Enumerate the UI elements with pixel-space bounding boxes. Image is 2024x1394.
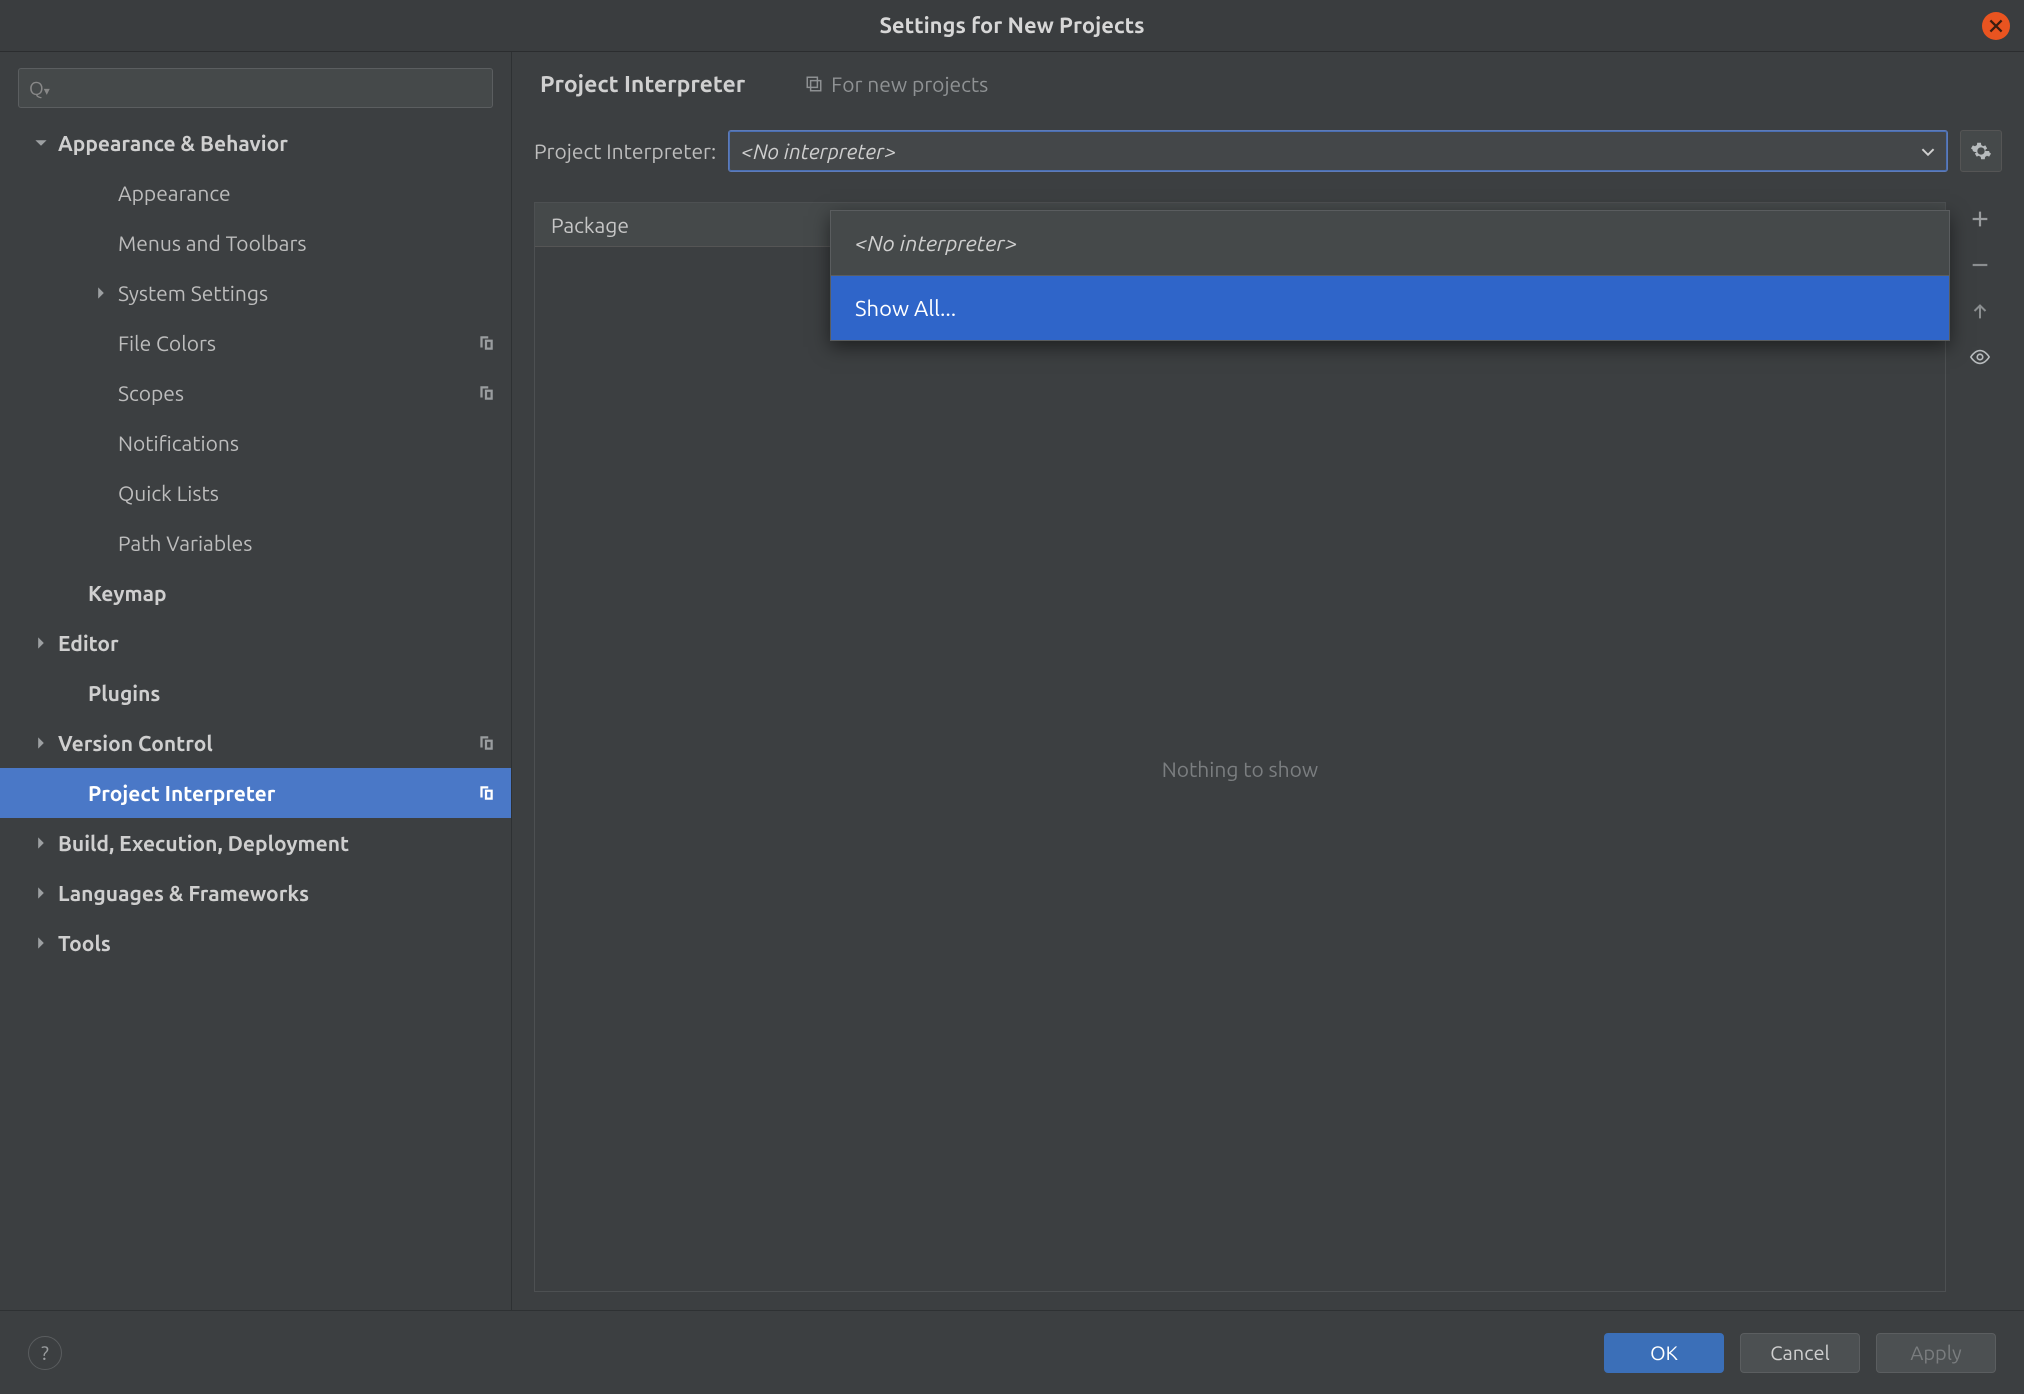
packages-table: Package Nothing to show <box>534 202 1946 1292</box>
expand-arrow-icon <box>30 886 52 900</box>
gear-icon <box>1970 140 1992 162</box>
show-early-releases-button[interactable] <box>1965 342 1995 372</box>
sidebar-item-label: Languages & Frameworks <box>58 881 309 905</box>
sidebar-item-editor[interactable]: Editor <box>0 618 511 668</box>
interpreter-settings-button[interactable] <box>1960 130 2002 172</box>
per-project-icon <box>475 782 497 804</box>
sidebar-item-version-control[interactable]: Version Control <box>0 718 511 768</box>
title-bar: Settings for New Projects <box>0 0 2024 52</box>
sidebar-item-tools[interactable]: Tools <box>0 918 511 968</box>
add-package-button[interactable] <box>1965 204 1995 234</box>
interpreter-value: <No interpreter> <box>741 139 896 163</box>
expand-arrow-icon <box>30 936 52 950</box>
close-icon <box>1989 19 2003 33</box>
dropdown-item-show-all[interactable]: Show All... <box>831 276 1949 340</box>
cancel-button[interactable]: Cancel <box>1740 1333 1860 1373</box>
sidebar-item-label: Scopes <box>118 381 184 405</box>
sidebar-item-build-execution-deployment[interactable]: Build, Execution, Deployment <box>0 818 511 868</box>
per-project-icon <box>475 332 497 354</box>
page-subtitle: For new projects <box>805 72 988 96</box>
sidebar-item-scopes[interactable]: Scopes <box>0 368 511 418</box>
sidebar-item-languages-frameworks[interactable]: Languages & Frameworks <box>0 868 511 918</box>
interpreter-dropdown: <No interpreter> Show All... <box>830 210 1950 341</box>
page-title: Project Interpreter <box>540 72 745 97</box>
search-placeholder: Q▾ <box>29 77 50 99</box>
sidebar-item-notifications[interactable]: Notifications <box>0 418 511 468</box>
sidebar-item-label: Tools <box>58 931 111 955</box>
sidebar-item-label: Project Interpreter <box>88 781 275 805</box>
search-input[interactable]: Q▾ <box>18 68 493 108</box>
sidebar-item-label: Appearance <box>118 181 231 205</box>
window-title: Settings for New Projects <box>879 13 1144 38</box>
apply-button[interactable]: Apply <box>1876 1333 1996 1373</box>
sidebar-item-quick-lists[interactable]: Quick Lists <box>0 468 511 518</box>
expand-arrow-icon <box>30 736 52 750</box>
table-empty-text: Nothing to show <box>535 247 1945 1291</box>
sidebar-item-label: Quick Lists <box>118 481 219 505</box>
sidebar-item-label: File Colors <box>118 331 216 355</box>
sidebar-item-label: Path Variables <box>118 531 252 555</box>
expand-arrow-icon <box>30 836 52 850</box>
sidebar-item-system-settings[interactable]: System Settings <box>0 268 511 318</box>
interpreter-combo[interactable]: <No interpreter> <box>728 130 1948 172</box>
dialog-footer: ? OK Cancel Apply <box>0 1310 2024 1394</box>
minus-icon <box>1969 254 1991 276</box>
arrow-up-icon <box>1969 300 1991 322</box>
settings-tree: Appearance & Behavior Appearance Menus and… <box>0 118 511 1310</box>
sidebar-item-appearance-behavior[interactable]: Appearance & Behavior <box>0 118 511 168</box>
sidebar-item-label: System Settings <box>118 281 268 305</box>
expand-arrow-icon <box>30 636 52 650</box>
upgrade-package-button[interactable] <box>1965 296 1995 326</box>
sidebar-item-label: Editor <box>58 631 119 655</box>
stack-icon <box>805 75 823 93</box>
per-project-icon <box>475 382 497 404</box>
chevron-down-icon <box>1921 139 1935 163</box>
sidebar-item-label: Notifications <box>118 431 239 455</box>
sidebar-item-menus-and-toolbars[interactable]: Menus and Toolbars <box>0 218 511 268</box>
sidebar-item-label: Plugins <box>88 681 160 705</box>
dropdown-item-no-interpreter[interactable]: <No interpreter> <box>831 211 1949 275</box>
sidebar-item-label: Keymap <box>88 581 167 605</box>
remove-package-button[interactable] <box>1965 250 1995 280</box>
sidebar-item-appearance[interactable]: Appearance <box>0 168 511 218</box>
sidebar-item-path-variables[interactable]: Path Variables <box>0 518 511 568</box>
sidebar-item-label: Menus and Toolbars <box>118 231 307 255</box>
sidebar-item-label: Appearance & Behavior <box>58 131 288 155</box>
eye-icon <box>1969 346 1991 368</box>
sidebar-item-label: Build, Execution, Deployment <box>58 831 349 855</box>
sidebar: Q▾ Appearance & Behavior Appearance Menus … <box>0 52 512 1310</box>
sidebar-item-plugins[interactable]: Plugins <box>0 668 511 718</box>
sidebar-item-keymap[interactable]: Keymap <box>0 568 511 618</box>
expand-arrow-icon <box>30 136 52 150</box>
sidebar-item-label: Version Control <box>58 731 213 755</box>
interpreter-label: Project Interpreter: <box>534 139 716 163</box>
ok-button[interactable]: OK <box>1604 1333 1724 1373</box>
close-button[interactable] <box>1982 12 2010 40</box>
sidebar-item-file-colors[interactable]: File Colors <box>0 318 511 368</box>
plus-icon <box>1969 208 1991 230</box>
help-button[interactable]: ? <box>28 1336 62 1370</box>
per-project-icon <box>475 732 497 754</box>
expand-arrow-icon <box>90 286 112 300</box>
sidebar-item-project-interpreter[interactable]: Project Interpreter <box>0 768 511 818</box>
